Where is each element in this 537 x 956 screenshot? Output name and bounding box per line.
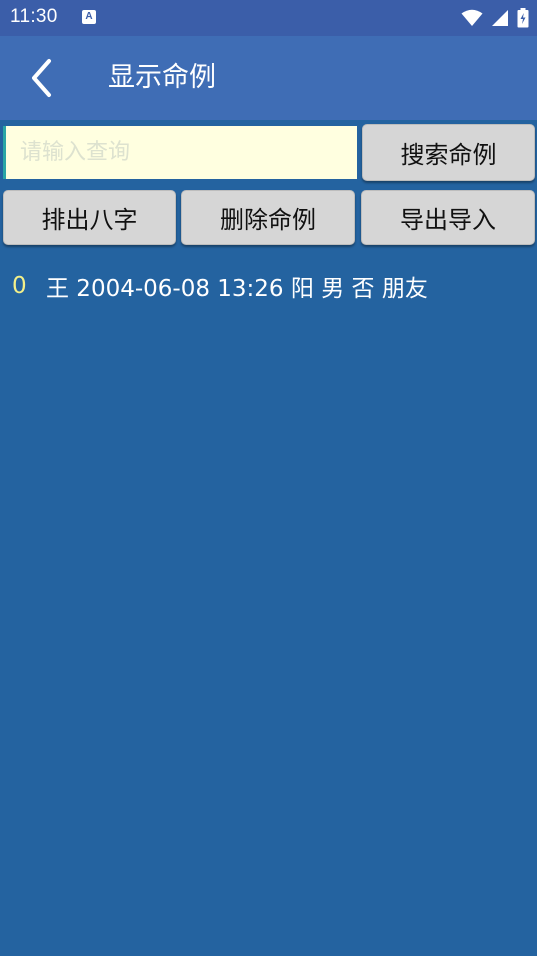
page-title: 显示命例 <box>108 62 216 93</box>
bazi-button[interactable]: 排出八字 <box>3 190 176 245</box>
export-import-button[interactable]: 导出导入 <box>361 190 535 245</box>
delete-button[interactable]: 删除命例 <box>181 190 355 245</box>
list-item[interactable]: 0 王 2004-06-08 13:26 阳 男 否 朋友 <box>0 264 537 308</box>
search-input[interactable] <box>3 126 357 179</box>
status-time: 11:30 <box>10 6 58 27</box>
status-bar: 11:30 A <box>0 0 537 36</box>
back-button[interactable] <box>22 56 62 100</box>
battery-icon <box>517 8 529 28</box>
notification-icon: A <box>82 10 96 24</box>
record-index: 0 <box>12 273 27 299</box>
record-text: 王 2004-06-08 13:26 阳 男 否 朋友 <box>46 276 428 302</box>
wifi-icon <box>461 9 483 26</box>
chevron-left-icon <box>32 59 51 97</box>
status-icons <box>461 8 529 28</box>
search-button[interactable]: 搜索命例 <box>362 124 535 181</box>
app-bar: 显示命例 <box>0 36 537 120</box>
cell-signal-icon <box>492 10 508 26</box>
record-list: 0 王 2004-06-08 13:26 阳 男 否 朋友 <box>0 264 537 308</box>
